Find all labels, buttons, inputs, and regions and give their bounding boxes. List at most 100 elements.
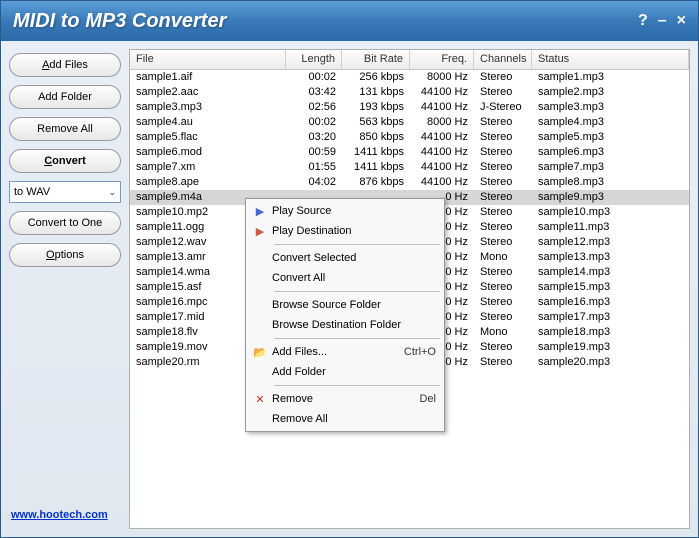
ctx-browse-destination[interactable]: Browse Destination Folder [248,315,442,335]
cell-bitrate: 256 kbps [342,70,410,85]
cell-status: sample6.mp3 [532,145,689,160]
col-file[interactable]: File [130,50,286,69]
cell-channels: Stereo [474,130,532,145]
cell-channels: Stereo [474,145,532,160]
cell-file: sample5.flac [130,130,286,145]
remove-all-button[interactable]: Remove All [9,117,121,141]
cell-file: sample2.aac [130,85,286,100]
cell-length: 00:59 [286,145,342,160]
table-row[interactable]: sample2.aac03:42131 kbps44100 HzStereosa… [130,85,689,100]
cell-channels: Stereo [474,340,532,355]
convert-to-one-button[interactable]: Convert to One [9,211,121,235]
cell-status: sample10.mp3 [532,205,689,220]
table-row[interactable]: sample7.xm01:551411 kbps44100 HzStereosa… [130,160,689,175]
cell-freq: 44100 Hz [410,175,474,190]
titlebar-buttons: ? – × [638,12,686,30]
cell-status: sample4.mp3 [532,115,689,130]
format-select[interactable]: to WAV ⌄ [9,181,121,203]
ctx-remove-all[interactable]: Remove All [248,409,442,429]
ctx-play-source[interactable]: ▶ Play Source [248,201,442,221]
cell-freq: 8000 Hz [410,70,474,85]
cell-length: 01:55 [286,160,342,175]
cell-status: sample14.mp3 [532,265,689,280]
cell-length: 04:02 [286,175,342,190]
cell-status: sample19.mp3 [532,340,689,355]
context-menu: ▶ Play Source ▶ Play Destination Convert… [245,198,445,432]
cell-file: sample3.mp3 [130,100,286,115]
ctx-remove[interactable]: ✕ Remove Del [248,389,442,409]
cell-file: sample4.au [130,115,286,130]
table-row[interactable]: sample8.ape04:02876 kbps44100 HzStereosa… [130,175,689,190]
play-icon: ▶ [248,225,272,238]
ctx-browse-source[interactable]: Browse Source Folder [248,295,442,315]
cell-channels: Stereo [474,70,532,85]
cell-status: sample17.mp3 [532,310,689,325]
ctx-separator [274,385,440,386]
cell-file: sample6.mod [130,145,286,160]
website-link[interactable]: www.hootech.com [11,509,108,521]
cell-channels: Stereo [474,355,532,370]
cell-channels: Stereo [474,295,532,310]
cell-bitrate: 876 kbps [342,175,410,190]
cell-bitrate: 131 kbps [342,85,410,100]
sidebar: Add Files Add Folder Remove All Convert … [1,41,129,537]
ctx-convert-all[interactable]: Convert All [248,268,442,288]
help-button[interactable]: ? [638,12,648,30]
cell-length: 00:02 [286,70,342,85]
cell-channels: Mono [474,250,532,265]
folder-open-icon: 📂 [248,346,272,359]
ctx-add-folder[interactable]: Add Folder [248,362,442,382]
ctx-convert-selected[interactable]: Convert Selected [248,248,442,268]
ctx-play-destination[interactable]: ▶ Play Destination [248,221,442,241]
cell-status: sample8.mp3 [532,175,689,190]
cell-status: sample15.mp3 [532,280,689,295]
cell-freq: 44100 Hz [410,130,474,145]
cell-bitrate: 850 kbps [342,130,410,145]
table-header: File Length Bit Rate Freq. Channels Stat… [130,50,689,70]
cell-length: 02:56 [286,100,342,115]
cell-channels: J-Stereo [474,100,532,115]
options-button[interactable]: Options [9,243,121,267]
close-button[interactable]: × [677,12,686,30]
delete-icon: ✕ [248,393,272,406]
cell-channels: Stereo [474,280,532,295]
cell-channels: Stereo [474,310,532,325]
cell-channels: Stereo [474,235,532,250]
col-bitrate[interactable]: Bit Rate [342,50,410,69]
titlebar: MIDI to MP3 Converter ? – × [1,1,698,41]
chevron-down-icon: ⌄ [108,187,116,198]
play-icon: ▶ [248,205,272,218]
cell-channels: Stereo [474,160,532,175]
cell-status: sample2.mp3 [532,85,689,100]
col-freq[interactable]: Freq. [410,50,474,69]
cell-status: sample5.mp3 [532,130,689,145]
cell-length: 03:42 [286,85,342,100]
col-status[interactable]: Status [532,50,689,69]
cell-channels: Stereo [474,265,532,280]
cell-channels: Mono [474,325,532,340]
ctx-add-files[interactable]: 📂 Add Files... Ctrl+O [248,342,442,362]
cell-bitrate: 1411 kbps [342,160,410,175]
cell-status: sample9.mp3 [532,190,689,205]
cell-bitrate: 563 kbps [342,115,410,130]
cell-status: sample13.mp3 [532,250,689,265]
add-folder-button[interactable]: Add Folder [9,85,121,109]
cell-freq: 44100 Hz [410,85,474,100]
ctx-separator [274,338,440,339]
convert-button[interactable]: Convert [9,149,121,173]
cell-status: sample18.mp3 [532,325,689,340]
col-length[interactable]: Length [286,50,342,69]
cell-freq: 44100 Hz [410,145,474,160]
col-channels[interactable]: Channels [474,50,532,69]
table-row[interactable]: sample1.aif00:02256 kbps8000 HzStereosam… [130,70,689,85]
cell-length: 00:02 [286,115,342,130]
cell-channels: Stereo [474,175,532,190]
cell-length: 03:20 [286,130,342,145]
cell-bitrate: 193 kbps [342,100,410,115]
add-files-button[interactable]: Add Files [9,53,121,77]
table-row[interactable]: sample3.mp302:56193 kbps44100 HzJ-Stereo… [130,100,689,115]
table-row[interactable]: sample4.au00:02563 kbps8000 HzStereosamp… [130,115,689,130]
minimize-button[interactable]: – [658,12,667,30]
table-row[interactable]: sample5.flac03:20850 kbps44100 HzStereos… [130,130,689,145]
table-row[interactable]: sample6.mod00:591411 kbps44100 HzStereos… [130,145,689,160]
